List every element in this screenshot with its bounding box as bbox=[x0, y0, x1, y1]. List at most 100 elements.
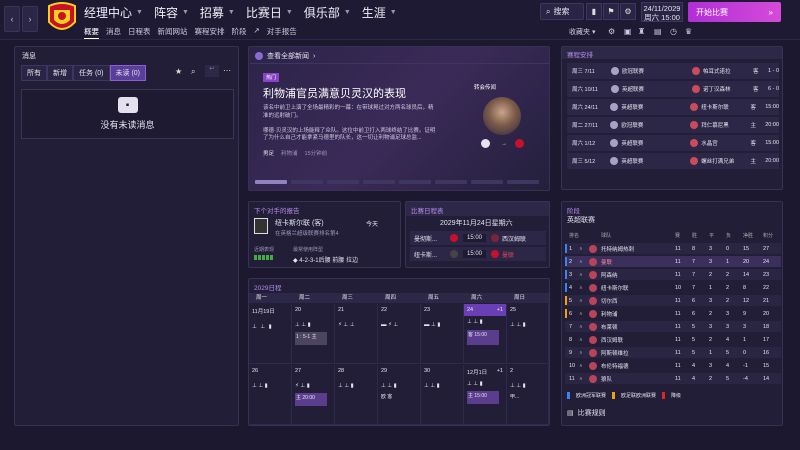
tab-news[interactable]: 新闻网站 bbox=[158, 26, 188, 39]
chevron-down-icon[interactable]: ▼ bbox=[390, 9, 397, 16]
settings-icon[interactable]: ⚙ bbox=[608, 27, 615, 36]
standings-row[interactable]: 10 ∧ 布伦特福德 11 4 3 4 -1 15 bbox=[565, 360, 781, 371]
nav-club[interactable]: 俱乐部 bbox=[304, 4, 340, 21]
club-crest-icon[interactable] bbox=[46, 2, 78, 36]
nav-career[interactable]: 生涯 bbox=[362, 4, 386, 21]
filter-all[interactable]: 所有 bbox=[21, 65, 47, 81]
tab-opponent-report[interactable]: 对手报告 bbox=[267, 26, 297, 39]
tab-inbox[interactable]: 消息 bbox=[106, 26, 121, 39]
upcoming-match[interactable]: 甲... bbox=[510, 393, 545, 400]
search-icon[interactable]: ⌕ bbox=[191, 67, 195, 77]
tab-fixtures[interactable]: 赛程安排 bbox=[195, 26, 225, 39]
fixture-row[interactable]: 周二 27/11 欧冠联赛 拜仁慕尼黑 主 20:00 bbox=[567, 117, 779, 133]
match-calendar-panel[interactable]: 比赛日程表 2029年11月24日星期六 曼彻斯... 15:00 西汉姆联 纽… bbox=[405, 201, 550, 268]
continue-button[interactable]: 开始比赛 » bbox=[688, 2, 781, 22]
trophy-icon[interactable]: ♛ bbox=[685, 27, 692, 36]
rules-button[interactable]: ▤ 比赛规则 bbox=[567, 408, 606, 418]
day-cell[interactable]: 30 ⊥ ⊥ ▮ bbox=[421, 365, 464, 425]
standings-row[interactable]: 2 ∧ 曼联 11 7 3 1 20 24 bbox=[565, 256, 781, 267]
chevron-down-icon[interactable]: ▼ bbox=[286, 9, 293, 16]
star-icon[interactable]: ★ bbox=[175, 67, 182, 76]
fixture-row[interactable]: 周三 7/11 欧冠联赛 帕耳式诺拉 客 1 - 0 bbox=[567, 63, 779, 79]
bookmark-button[interactable]: ▮ bbox=[586, 3, 602, 20]
fixture-row[interactable]: 周六 10/11 英超联赛 诺丁汉森林 客 6 - 0 bbox=[567, 81, 779, 97]
chevron-down-icon[interactable]: ▼ bbox=[182, 9, 189, 16]
day-cell[interactable]: 29 ⊥ ⊥ ▮ 欧 客 bbox=[378, 365, 421, 425]
upcoming-match[interactable]: 主 15:00 bbox=[467, 391, 499, 404]
settings-button[interactable]: ⚙ bbox=[620, 3, 636, 20]
news-page-8[interactable] bbox=[507, 180, 539, 184]
filter-unread[interactable]: 未读 (0) bbox=[109, 65, 146, 81]
clock-icon[interactable]: ◷ bbox=[670, 27, 677, 36]
standings-row[interactable]: 11 ∧ 狼队 11 4 2 5 -4 14 bbox=[565, 373, 781, 384]
search-button[interactable]: ⌕ 搜索 bbox=[540, 3, 584, 20]
news-page-1[interactable] bbox=[255, 180, 287, 184]
filter-new[interactable]: 新增 bbox=[47, 65, 73, 81]
nav-squad[interactable]: 阵容 bbox=[154, 4, 178, 21]
news-panel[interactable]: 查看全部新闻 › 热门 利物浦官员满意贝灵汉的表现 该名中前卫上演了全场最精彩的一… bbox=[248, 46, 550, 191]
search-icon: ⌕ bbox=[546, 6, 551, 16]
tab-calendar[interactable]: 日程表 bbox=[128, 26, 151, 39]
reply-icon[interactable]: ↩ bbox=[205, 65, 219, 77]
chevron-down-icon[interactable]: ▼ bbox=[344, 9, 351, 16]
day-cell[interactable]: 12月1日 +1 ⊥ ⊥ ▮ 主 15:00 bbox=[464, 365, 507, 425]
upcoming-match[interactable]: 客 15:00 bbox=[467, 330, 499, 345]
day-cell[interactable]: 26 ⊥ ⊥ ▮ bbox=[249, 365, 292, 425]
standings-row[interactable]: 7 ∧ 布莱顿 11 5 3 3 3 18 bbox=[565, 321, 781, 332]
nav-recruitment[interactable]: 招募 bbox=[200, 4, 224, 21]
news-page-6[interactable] bbox=[435, 180, 467, 184]
standings-row[interactable]: 9 ∧ 阿斯顿维拉 11 5 1 5 0 16 bbox=[565, 347, 781, 358]
upcoming-match[interactable]: 主 20:00 bbox=[295, 393, 327, 406]
standings-row[interactable]: 8 ∧ 西汉姆联 11 5 2 4 1 17 bbox=[565, 334, 781, 345]
day-cell[interactable]: 22 ▬ ⚡ ⊥ bbox=[378, 304, 421, 364]
news-page-2[interactable] bbox=[291, 180, 323, 184]
news-headline[interactable]: 利物浦官员满意贝灵汉的表现 bbox=[263, 85, 406, 101]
more-events[interactable]: +1 bbox=[497, 368, 503, 376]
tab-overview[interactable]: 概要 bbox=[84, 26, 99, 39]
shirt-icon[interactable]: ♜ bbox=[638, 27, 645, 36]
external-link-icon[interactable]: ↗ bbox=[254, 26, 260, 39]
upcoming-match[interactable]: 欧 客 bbox=[381, 393, 417, 400]
fixture-row[interactable]: 周三 5/12 英超联赛 螺丝打满兄弟 主 20:00 bbox=[567, 153, 779, 169]
filter-tasks[interactable]: 任务 (0) bbox=[73, 65, 110, 81]
past-match-result[interactable]: 1 : 5-1 主 bbox=[295, 332, 327, 345]
fixture-row[interactable]: 周六 24/11 英超联赛 纽卡斯尔联 客 15:00 bbox=[567, 99, 779, 115]
day-cell[interactable]: 28 ⊥ ⊥ ▮ bbox=[335, 365, 378, 425]
day-cell[interactable]: 20 ⊥ ⊥ ▮ 1 : 5-1 主 bbox=[292, 304, 335, 364]
nav-manager-hub[interactable]: 经理中心 bbox=[84, 4, 132, 21]
calendar-match-2[interactable]: 纽卡斯... 15:00 曼联 bbox=[410, 247, 546, 261]
chevron-down-icon[interactable]: ▼ bbox=[136, 9, 143, 16]
standings-row[interactable]: 6 ∧ 利物浦 11 6 2 3 9 20 bbox=[565, 308, 781, 319]
news-page-5[interactable] bbox=[399, 180, 431, 184]
opponent-report-panel[interactable]: 下个对手的报告 纽卡斯尔联 (客) 今天 在英格兰超级联赛排名第4 近期表现 最… bbox=[248, 201, 401, 268]
standings-row[interactable]: 5 ∧ 切尔西 11 6 3 2 12 21 bbox=[565, 295, 781, 306]
day-cell[interactable]: 23 ▬ ⊥ ▮ bbox=[421, 304, 464, 364]
more-events[interactable]: +1 bbox=[497, 307, 503, 313]
day-cell[interactable]: 25 ⊥ ⊥ ▮ bbox=[507, 304, 549, 364]
favorites-dropdown[interactable]: 收藏夹 ▾ bbox=[569, 27, 595, 37]
opponent-name[interactable]: 纽卡斯尔联 (客) bbox=[275, 218, 324, 228]
more-icon[interactable]: ⋯ bbox=[223, 66, 231, 75]
news-page-7[interactable] bbox=[471, 180, 503, 184]
standings-row[interactable]: 3 ∧ 阿森纳 11 7 2 2 14 23 bbox=[565, 269, 781, 280]
forward-button[interactable]: › bbox=[22, 6, 38, 32]
tab-stages[interactable]: 阶段 bbox=[232, 26, 247, 39]
day-cell[interactable]: 11月19日 ⊥ ⊥ ▮ bbox=[249, 304, 292, 364]
calendar-match-1[interactable]: 曼彻斯... 15:00 西汉姆联 bbox=[410, 231, 546, 245]
fixture-row[interactable]: 周六 1/12 英超联赛 水晶宫 客 15:00 bbox=[567, 135, 779, 151]
chevron-down-icon[interactable]: ▼ bbox=[228, 9, 235, 16]
news-page-3[interactable] bbox=[327, 180, 359, 184]
bag-icon[interactable]: ▣ bbox=[624, 27, 632, 36]
day-cell-today[interactable]: 24 +1 ⊥ ⊥ ▮ 客 15:00 bbox=[464, 304, 507, 364]
day-cell[interactable]: 21 ⚡ ⊥ ⊥ bbox=[335, 304, 378, 364]
nav-matchday[interactable]: 比赛日 bbox=[246, 4, 282, 21]
news-page-4[interactable] bbox=[363, 180, 395, 184]
help-button[interactable]: ⚑ bbox=[603, 3, 619, 20]
view-all-news[interactable]: 查看全部新闻 › bbox=[255, 51, 315, 61]
standings-row[interactable]: 1 ∧ 托特纳姆热刺 11 8 3 0 15 27 bbox=[565, 243, 781, 254]
back-button[interactable]: ‹ bbox=[4, 6, 20, 32]
day-cell[interactable]: 2 ⊥ ⊥ ▮ 甲... bbox=[507, 365, 549, 425]
chart-icon[interactable]: ▤ bbox=[654, 27, 662, 36]
standings-row[interactable]: 4 ∧ 纽卡斯尔联 10 7 1 2 8 22 bbox=[565, 282, 781, 293]
day-cell[interactable]: 27 ⚡ ⊥ ▮ 主 20:00 bbox=[292, 365, 335, 425]
